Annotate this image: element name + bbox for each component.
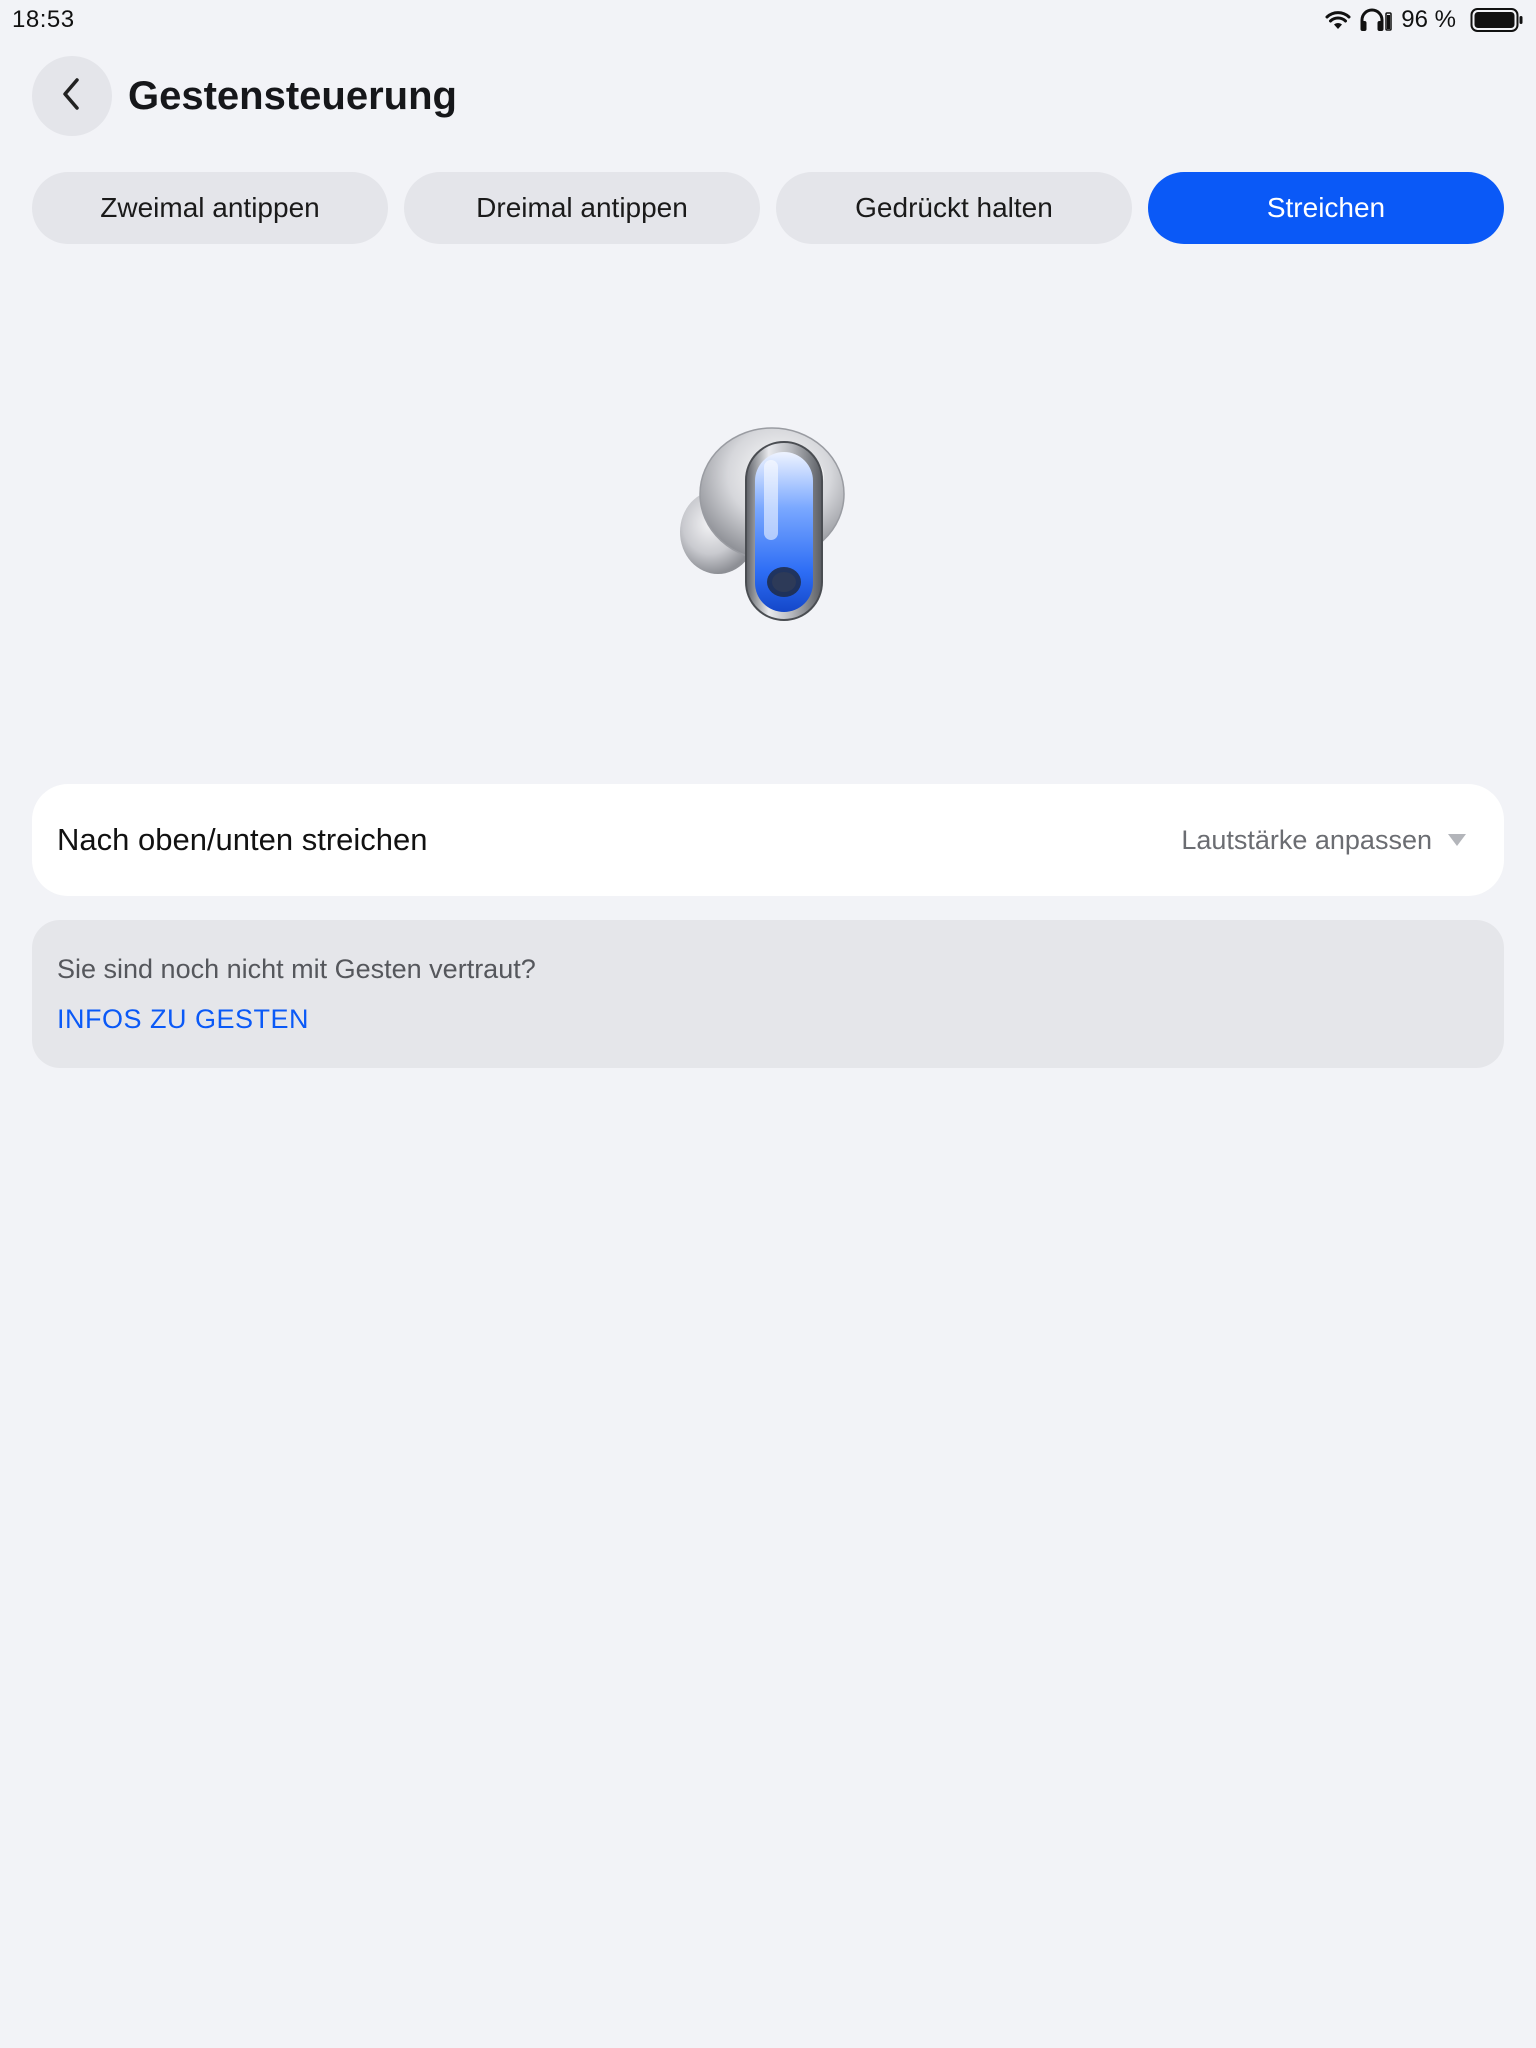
tab-press-hold[interactable]: Gedrückt halten (776, 172, 1132, 244)
chevron-left-icon (57, 74, 87, 119)
setting-value[interactable]: Lautstärke anpassen (1181, 825, 1432, 856)
earbud-icon (676, 424, 860, 624)
tab-swipe[interactable]: Streichen (1148, 172, 1504, 244)
gesture-info-card: Sie sind noch nicht mit Gesten vertraut?… (32, 920, 1504, 1068)
setting-label: Nach oben/unten streichen (57, 822, 428, 857)
back-button[interactable] (32, 56, 112, 136)
battery-percent: 96 % (1401, 6, 1456, 33)
wifi-icon (1325, 9, 1351, 31)
gesture-tabs: Zweimal antippen Dreimal antippen Gedrüc… (32, 172, 1504, 244)
tab-double-tap[interactable]: Zweimal antippen (32, 172, 388, 244)
gesture-info-link[interactable]: INFOS ZU GESTEN (57, 1004, 309, 1035)
status-time: 18:53 (12, 6, 75, 33)
page-title: Gestensteuerung (128, 74, 457, 118)
tab-triple-tap[interactable]: Dreimal antippen (404, 172, 760, 244)
dropdown-triangle-icon[interactable] (1448, 834, 1466, 846)
swipe-setting-row[interactable]: Nach oben/unten streichen Lautstärke anp… (32, 784, 1504, 896)
battery-icon (1470, 7, 1524, 33)
status-icons: 96 % (1325, 5, 1524, 35)
info-text: Sie sind noch nicht mit Gesten vertraut? (57, 954, 536, 984)
status-bar: 18:53 96 % (0, 0, 1536, 40)
headphones-icon (1359, 8, 1393, 32)
